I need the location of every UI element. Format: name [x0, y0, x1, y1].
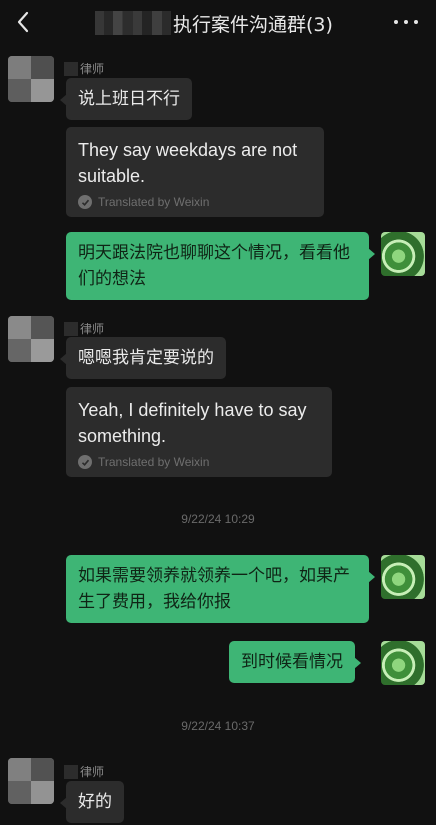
message-text: 嗯嗯我肯定要说的: [78, 348, 214, 368]
chat-title-wrap[interactable]: 执行案件沟通群(3): [95, 9, 333, 37]
message-text: 明天跟法院也聊聊这个情况，看看他们的想法: [78, 243, 350, 289]
translation-label: Translated by Weixin: [98, 455, 210, 469]
message-bubble[interactable]: 好的: [60, 781, 124, 823]
translation-card[interactable]: They say weekdays are not suitable. Tran…: [66, 127, 324, 217]
chat-title: 执行案件沟通群(3): [173, 13, 333, 36]
more-dot: [404, 20, 408, 24]
sender-label: 律师: [80, 62, 105, 76]
blurred-name-prefix: [64, 764, 78, 779]
more-dot: [414, 20, 418, 24]
message-text: 到时候看情况: [241, 652, 343, 672]
sender-name: 律师: [64, 320, 104, 337]
avatar[interactable]: [381, 232, 425, 276]
chevron-left-icon: [17, 11, 29, 33]
sender-name: 律师: [64, 60, 104, 77]
check-icon: [78, 455, 92, 469]
message-bubble[interactable]: 如果需要领养就领养一个吧，如果产生了费用，我给你报: [66, 555, 375, 623]
message-bubble[interactable]: 嗯嗯我肯定要说的: [60, 337, 226, 379]
pixelated-title-prefix: [95, 11, 171, 35]
timestamp: 9/22/24 10:37: [181, 719, 255, 733]
translation-footer: Translated by Weixin: [78, 195, 312, 209]
avatar[interactable]: [8, 316, 54, 362]
sender-label: 律师: [80, 765, 105, 779]
blurred-name-prefix: [64, 61, 78, 76]
timestamp: 9/22/24 10:29: [181, 512, 255, 526]
message-text: 如果需要领养就领养一个吧，如果产生了费用，我给你报: [78, 566, 350, 612]
back-button[interactable]: [10, 8, 36, 36]
avatar[interactable]: [8, 758, 54, 804]
message-bubble[interactable]: 说上班日不行: [60, 78, 192, 120]
sender-label: 律师: [80, 322, 105, 336]
avatar[interactable]: [8, 56, 54, 102]
avatar[interactable]: [381, 555, 425, 599]
chat-header: 执行案件沟通群(3): [0, 0, 436, 46]
translation-footer: Translated by Weixin: [78, 455, 320, 469]
translation-text: Yeah, I definitely have to say something…: [78, 400, 307, 446]
message-bubble[interactable]: 明天跟法院也聊聊这个情况，看看他们的想法: [66, 232, 375, 300]
blurred-name-prefix: [64, 321, 78, 336]
check-icon: [78, 195, 92, 209]
translation-card[interactable]: Yeah, I definitely have to say something…: [66, 387, 332, 477]
translation-text: They say weekdays are not suitable.: [78, 140, 298, 186]
more-horizontal-icon: [394, 20, 398, 24]
sender-name: 律师: [64, 763, 104, 780]
avatar[interactable]: [381, 641, 425, 685]
more-options-button[interactable]: [394, 12, 418, 32]
message-text: 说上班日不行: [78, 89, 180, 109]
message-bubble[interactable]: 到时候看情况: [229, 641, 361, 683]
translation-label: Translated by Weixin: [98, 195, 210, 209]
message-text: 好的: [78, 792, 112, 812]
